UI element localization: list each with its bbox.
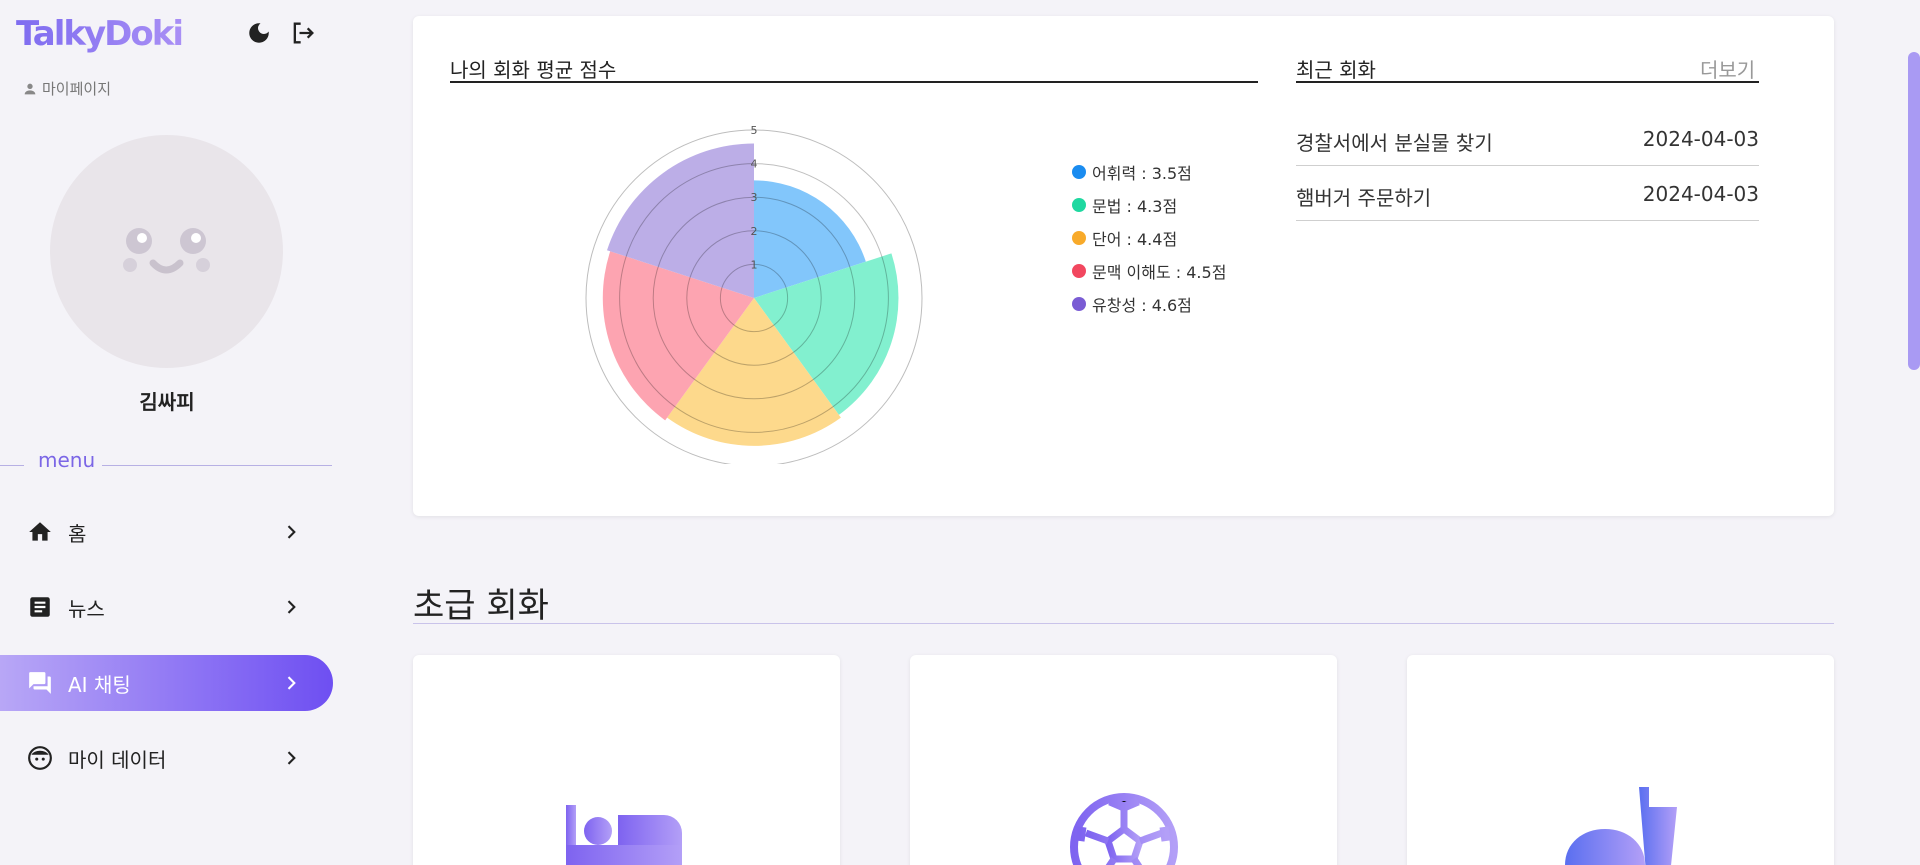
- beginner-title-underline: [413, 623, 1834, 624]
- beginner-section-title: 초급 회화: [413, 586, 549, 626]
- recent-item-title[interactable]: 햄버거 주문하기: [1296, 182, 1431, 211]
- recent-item-date: 2024-04-03: [1642, 127, 1759, 151]
- recent-title: 최근 회화: [1296, 58, 1376, 82]
- chat-icon: [26, 669, 54, 697]
- legend-color-dot: [1072, 230, 1086, 245]
- legend-label: 문맥 이해도 : 4.5점: [1092, 262, 1227, 282]
- dark-mode-moon-icon[interactable]: [244, 18, 274, 48]
- menu-divider: menu: [0, 448, 334, 472]
- sidebar-item-label: 홈: [68, 521, 87, 546]
- chevron-right-icon: [279, 671, 303, 695]
- legend-color-dot: [1072, 296, 1086, 311]
- logout-icon[interactable]: [288, 18, 318, 48]
- avatar: [50, 135, 283, 368]
- chart-tick-label: 5: [751, 124, 758, 137]
- score-card-title: 나의 회화 평균 점수: [450, 58, 617, 82]
- score-polar-chart: 1 2 3 4 5: [585, 124, 923, 464]
- sidebar-item-label: AI 채팅: [68, 672, 131, 697]
- recent-title-underline: [1296, 81, 1759, 83]
- legend-label: 어휘력 : 3.5점: [1092, 163, 1192, 183]
- score-title-underline: [450, 81, 1258, 83]
- legend-label: 문법 : 4.3점: [1092, 196, 1178, 216]
- sidebar-item-label: 뉴스: [68, 596, 105, 621]
- face-icon: [26, 744, 54, 772]
- chart-tick-label: 1: [751, 258, 758, 271]
- conversation-card[interactable]: [1407, 655, 1834, 865]
- chevron-right-icon: [279, 595, 303, 619]
- conversation-card[interactable]: [413, 655, 840, 865]
- legend-color-dot: [1072, 164, 1086, 179]
- recent-item-title[interactable]: 경찰서에서 분실물 찾기: [1296, 127, 1493, 156]
- soccer-ball-icon: [1070, 793, 1178, 865]
- scrollbar-thumb[interactable]: [1908, 52, 1920, 370]
- chevron-right-icon: [279, 746, 303, 770]
- sidebar-item-my-data[interactable]: 마이 데이터: [0, 730, 333, 786]
- username: 김싸피: [139, 390, 195, 414]
- top-icons: [244, 18, 318, 48]
- conversation-card[interactable]: [910, 655, 1337, 865]
- legend-item[interactable]: 유창성 : 4.6점: [1072, 287, 1226, 320]
- mypage-label: 마이페이지: [42, 80, 112, 98]
- chart-tick-label: 2: [751, 225, 758, 238]
- page-scrollbar[interactable]: [1903, 0, 1920, 865]
- legend-item[interactable]: 어휘력 : 3.5점: [1072, 155, 1226, 188]
- sidebar-item-home[interactable]: 홈: [0, 504, 333, 560]
- legend-color-dot: [1072, 197, 1086, 212]
- menu-label: menu: [38, 448, 96, 472]
- chart-legend: 어휘력 : 3.5점문법 : 4.3점단어 : 4.4점문맥 이해도 : 4.5…: [1072, 155, 1226, 320]
- sidebar-item-label: 마이 데이터: [68, 747, 167, 772]
- hotel-bed-icon: [566, 805, 682, 865]
- person-icon: [24, 83, 36, 94]
- fastfood-icon: [1565, 787, 1677, 865]
- article-icon: [26, 593, 54, 621]
- home-icon: [26, 518, 54, 546]
- more-link[interactable]: 더보기: [1700, 54, 1755, 83]
- legend-item[interactable]: 문법 : 4.3점: [1072, 188, 1226, 221]
- app-logo[interactable]: TalkyDoki: [16, 14, 184, 54]
- mypage-link[interactable]: 마이페이지: [22, 78, 111, 99]
- sidebar: TalkyDoki 마이페이지 김싸피 menu 홈 뉴스 AI 채팅 마이 데…: [0, 0, 334, 865]
- sidebar-item-news[interactable]: 뉴스: [0, 579, 333, 635]
- chart-tick-label: 3: [751, 191, 758, 204]
- recent-item[interactable]: 경찰서에서 분실물 찾기 2024-04-03: [1296, 111, 1759, 166]
- legend-item[interactable]: 문맥 이해도 : 4.5점: [1072, 254, 1226, 287]
- legend-item[interactable]: 단어 : 4.4점: [1072, 221, 1226, 254]
- smiley-face-icon: [123, 228, 210, 274]
- recent-item-date: 2024-04-03: [1642, 182, 1759, 206]
- chart-tick-label: 4: [751, 158, 758, 171]
- legend-label: 단어 : 4.4점: [1092, 229, 1178, 249]
- recent-item[interactable]: 햄버거 주문하기 2024-04-03: [1296, 166, 1759, 221]
- legend-color-dot: [1072, 263, 1086, 278]
- sidebar-item-ai-chat[interactable]: AI 채팅: [0, 655, 333, 711]
- chevron-right-icon: [279, 520, 303, 544]
- legend-label: 유창성 : 4.6점: [1092, 295, 1192, 315]
